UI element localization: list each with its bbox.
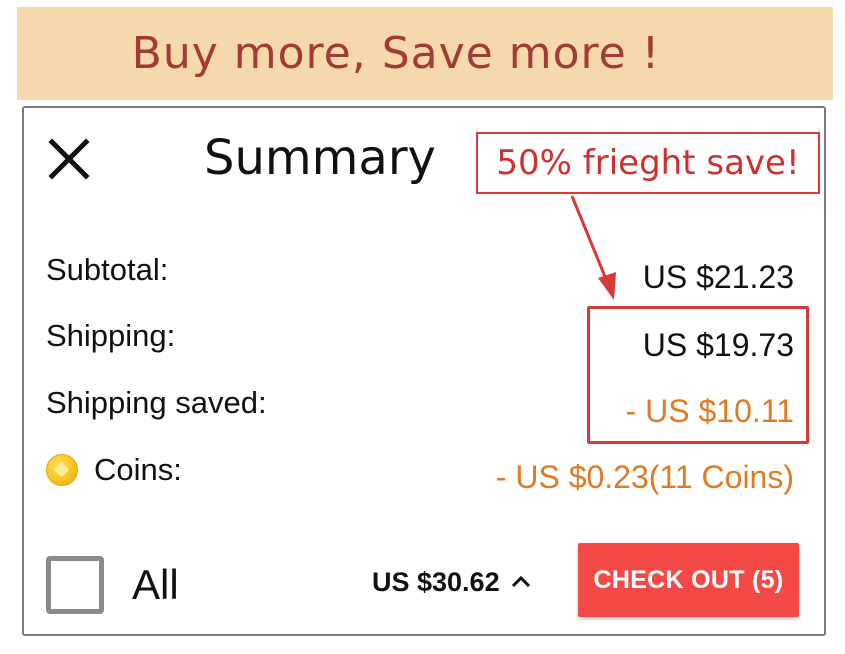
shipping-highlight-box: [587, 306, 809, 444]
subtotal-label: Subtotal:: [46, 252, 169, 287]
chevron-up-icon: [511, 575, 530, 588]
promo-banner-text: Buy more, Save more !: [131, 28, 661, 79]
close-button[interactable]: [46, 136, 92, 182]
shipping-label: Shipping:: [46, 318, 176, 353]
close-icon: [48, 138, 90, 180]
coins-value: - US $0.23(11 Coins): [495, 459, 794, 495]
order-total-value: US $30.62: [372, 567, 500, 597]
summary-title: Summary: [204, 130, 436, 186]
shipping-saved-label: Shipping saved:: [46, 385, 267, 420]
coin-icon: [46, 454, 78, 486]
freight-save-callout: 50% frieght save!: [476, 132, 820, 194]
order-summary-panel: Summary 50% frieght save! Subtotal: US $…: [22, 106, 826, 636]
coins-label: Coins:: [94, 452, 182, 487]
subtotal-value: US $21.23: [642, 259, 794, 295]
select-all-checkbox[interactable]: [46, 556, 104, 614]
checkout-button[interactable]: CHECK OUT (5): [578, 543, 799, 617]
order-total-toggle[interactable]: US $30.62: [372, 564, 532, 600]
select-all-label[interactable]: All: [132, 560, 179, 610]
promo-banner: Buy more, Save more !: [17, 7, 833, 100]
callout-arrow-icon: [570, 195, 616, 300]
